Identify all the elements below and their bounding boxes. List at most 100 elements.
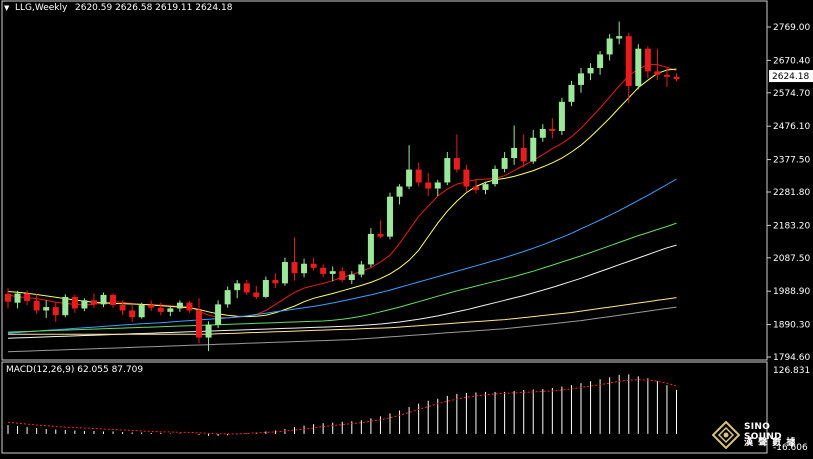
candle-body — [377, 233, 384, 237]
candle-body — [635, 48, 642, 86]
candle-body — [215, 304, 222, 325]
candle-body — [501, 158, 508, 169]
candle-body — [196, 310, 202, 338]
candle-body — [52, 307, 59, 316]
candle-body — [472, 186, 479, 190]
candle-body — [71, 296, 78, 309]
candle-body — [110, 294, 117, 306]
candle-body — [482, 184, 489, 190]
candle-body — [100, 294, 107, 305]
candle-body — [129, 310, 136, 318]
candle-body — [262, 279, 269, 297]
candle-body — [320, 267, 327, 274]
y-tick-label: 2281.80 — [773, 188, 810, 198]
macd-pane-frame — [1, 361, 768, 454]
candle-body — [597, 54, 604, 68]
candle-body — [587, 67, 594, 74]
candle-body — [291, 262, 298, 274]
candle-body — [453, 158, 460, 170]
candle-body — [539, 128, 546, 138]
candle-body — [463, 169, 470, 187]
y-tick-label: 1988.90 — [773, 287, 810, 297]
symbol-label: LLG,Weekly — [15, 3, 68, 13]
candle-body — [33, 300, 40, 311]
y-tick-label: 1794.60 — [773, 353, 810, 363]
candle-body — [205, 324, 212, 338]
candle-body — [167, 308, 174, 312]
chart-canvas: 126.831-16.606 2769.00 2670.40 2574.70 2476… — [1, 0, 813, 454]
candle-body — [14, 293, 21, 303]
candle-body — [119, 305, 126, 311]
y-tick-label: 2574.70 — [773, 89, 810, 99]
candle-body — [406, 169, 413, 187]
candle-body — [90, 300, 97, 305]
price-pane-frame — [1, 0, 768, 361]
candle-body — [625, 36, 632, 86]
y-tick-label: 2476.10 — [773, 122, 810, 132]
candle-body — [348, 274, 355, 280]
candle-body — [234, 283, 241, 291]
candle-body — [81, 300, 88, 309]
moving-average-line — [7, 178, 677, 334]
candle-body — [549, 128, 556, 131]
candle-body — [568, 84, 575, 102]
candle-body — [43, 307, 50, 311]
candle-body — [425, 182, 432, 189]
y-tick-label: 2769.00 — [773, 23, 810, 33]
candle-body — [301, 263, 308, 274]
y-tick-label: 1890.30 — [773, 321, 810, 331]
price-pane[interactable] — [1, 0, 768, 361]
candle-body — [253, 292, 260, 297]
macd-pane[interactable]: 126.831-16.606 — [1, 361, 810, 454]
candle-body — [24, 293, 31, 301]
candle-body — [654, 71, 661, 75]
candle-body — [434, 182, 441, 189]
candle-body — [339, 271, 346, 280]
candle-body — [616, 36, 623, 39]
candle-body — [644, 48, 651, 72]
moving-average-line — [7, 244, 677, 339]
candle-body — [606, 38, 613, 55]
candle-body — [138, 305, 145, 318]
candle-body — [415, 169, 422, 183]
candle-body — [176, 302, 183, 309]
macd-label: MACD(12,26,9) 62.055 87.709 — [6, 365, 144, 375]
candle-body — [558, 101, 565, 131]
y-tick-label: 2377.50 — [773, 156, 810, 166]
y-tick-label: 2183.20 — [773, 221, 810, 231]
price-axis: 2769.00 2670.40 2574.70 2476.10 2377.50 2281.… — [767, 23, 813, 363]
candle-body — [520, 147, 527, 162]
candle-body — [367, 233, 374, 265]
candle-body — [157, 307, 164, 312]
candle-body — [492, 168, 499, 185]
candle-body — [387, 196, 393, 237]
logo-subtitle: 漢 聲 數 據 — [744, 438, 797, 448]
candle-body — [673, 76, 680, 80]
candle-body — [578, 73, 584, 85]
candle-body — [62, 296, 69, 316]
symbol-menu-icon[interactable]: ▼ — [4, 4, 9, 12]
candle-body — [444, 158, 451, 183]
candle-body — [663, 74, 670, 77]
current-price-label: 2624.18 — [772, 72, 809, 82]
candle-body — [243, 283, 250, 293]
chart-window: 126.831 -16.606 2769.00 2670.40 2574.70 2476… — [0, 0, 813, 455]
candle-body — [281, 262, 288, 284]
sino-sound-logo: SINO SOUND 漢 聲 數 據 — [712, 417, 808, 453]
candle-body — [396, 186, 403, 197]
candle-body — [224, 290, 231, 305]
candle-body — [310, 263, 317, 268]
y-tick-label: 2670.40 — [773, 56, 810, 66]
candle-body — [5, 293, 11, 302]
moving-averages — [7, 64, 677, 353]
candlesticks — [5, 21, 680, 352]
candle-body — [186, 302, 193, 311]
candle-body — [530, 137, 537, 162]
candle-body — [329, 271, 336, 274]
macd-axis-top-label: 126.831 — [773, 366, 810, 376]
ohlc-readout: 2620.59 2626.58 2619.11 2624.18 — [75, 3, 233, 13]
candle-body — [272, 279, 279, 284]
diamond-logo-icon — [712, 421, 740, 449]
candle-body — [148, 305, 155, 308]
candle-body — [358, 264, 365, 275]
